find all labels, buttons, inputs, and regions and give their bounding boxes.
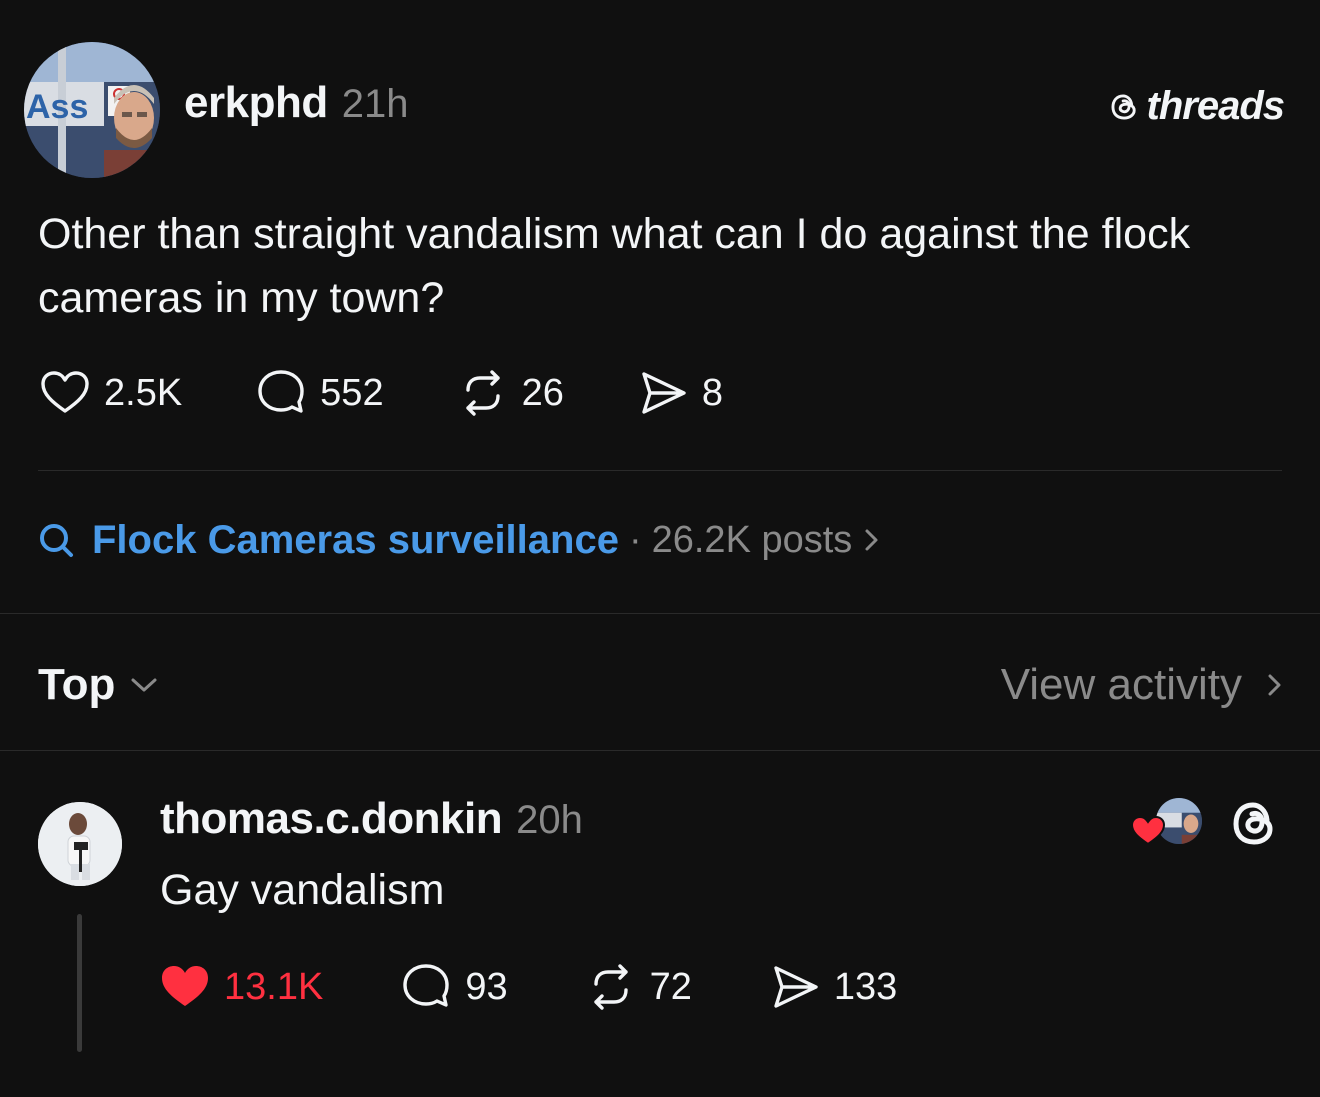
repost-count: 72 xyxy=(649,965,692,1008)
like-count: 2.5K xyxy=(104,371,183,414)
like-button[interactable]: 13.1K xyxy=(158,960,323,1014)
topic-post-count: 26.2K posts xyxy=(651,518,853,561)
comment-icon xyxy=(258,370,304,413)
post-time: 21h xyxy=(341,82,409,126)
repost-button[interactable]: 26 xyxy=(456,366,564,420)
divider xyxy=(38,470,1282,471)
chevron-right-icon xyxy=(1268,674,1281,696)
search-icon xyxy=(40,524,73,557)
reply-button[interactable]: 552 xyxy=(254,366,384,420)
send-icon xyxy=(774,966,818,1008)
threads-post-screen: Ass erkphd 21h threads Other than straig… xyxy=(0,0,1320,1097)
share-count: 8 xyxy=(701,371,723,414)
like-count: 13.1K xyxy=(224,965,324,1008)
topic-link[interactable]: Flock Cameras surveillance · 26.2K posts xyxy=(36,512,884,568)
reply-button[interactable]: 93 xyxy=(399,960,508,1014)
share-button[interactable]: 8 xyxy=(636,366,723,420)
svg-text:Ass: Ass xyxy=(26,88,88,126)
reply-actions: 13.1K 93 72 133 xyxy=(158,956,897,1018)
brand-name: threads xyxy=(1146,84,1285,128)
avatar-photo xyxy=(38,802,122,886)
view-activity-link[interactable]: View activity xyxy=(1001,655,1286,715)
post-header: erkphd 21h xyxy=(184,78,408,138)
comment-icon xyxy=(403,964,450,1007)
avatar-photo: Ass xyxy=(24,42,160,178)
like-button[interactable]: 2.5K xyxy=(38,366,182,420)
reply-count: 93 xyxy=(465,965,508,1008)
share-button[interactable]: 133 xyxy=(768,960,897,1014)
reply-header: thomas.c.donkin 20h xyxy=(160,794,583,854)
reply-username[interactable]: thomas.c.donkin xyxy=(160,794,503,844)
liked-by-author-indicator xyxy=(1130,796,1206,850)
share-count: 133 xyxy=(833,965,898,1008)
repost-button[interactable]: 72 xyxy=(584,960,692,1014)
topic-name[interactable]: Flock Cameras surveillance xyxy=(92,518,619,563)
post-author-avatar[interactable]: Ass xyxy=(24,42,160,178)
heart-icon xyxy=(41,371,89,413)
divider xyxy=(0,750,1320,751)
sort-label: Top xyxy=(38,660,116,709)
threads-logo-icon xyxy=(1233,802,1273,845)
post-body: Other than straight vandalism what can I… xyxy=(38,210,1191,322)
post-actions: 2.5K 552 26 8 xyxy=(38,362,723,424)
divider xyxy=(0,613,1320,614)
view-activity-label: View activity xyxy=(1000,660,1242,709)
post-username[interactable]: erkphd xyxy=(184,78,328,128)
reply-body: Gay vandalism xyxy=(160,866,445,914)
repost-count: 26 xyxy=(521,371,564,414)
send-icon xyxy=(642,372,686,414)
reply-author-avatar[interactable] xyxy=(38,802,122,886)
reply-count: 552 xyxy=(320,371,384,414)
thread-line xyxy=(77,914,82,1052)
heart-filled-icon xyxy=(162,966,208,1006)
repost-icon xyxy=(465,370,500,416)
repost-icon xyxy=(593,964,628,1010)
chevron-down-icon xyxy=(131,678,157,692)
heart-filled-icon xyxy=(1130,815,1166,846)
threads-watermark: threads xyxy=(1107,84,1285,129)
chevron-right-icon xyxy=(865,529,878,551)
reply-time: 20h xyxy=(516,798,583,842)
topic-separator: · xyxy=(628,518,642,561)
threads-logo-icon xyxy=(1111,94,1136,119)
sort-dropdown[interactable]: Top xyxy=(38,655,159,715)
